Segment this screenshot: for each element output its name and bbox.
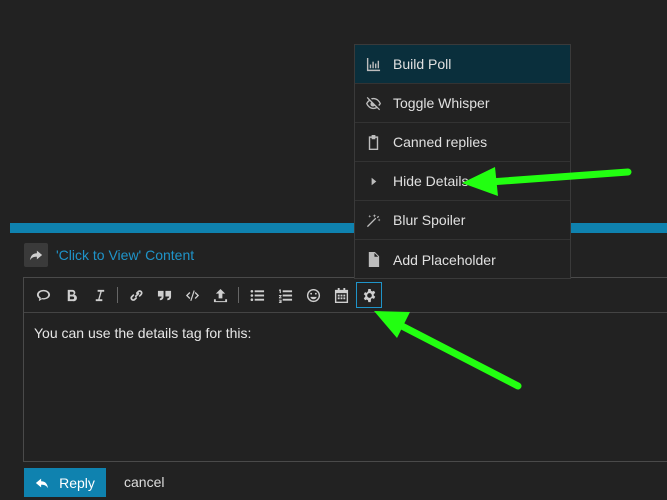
editor-textarea[interactable]: You can use the details tag for this: [24,313,667,353]
menu-item-canned-replies[interactable]: Canned replies [355,123,570,162]
emoji-icon [306,288,320,302]
upload-button[interactable] [207,282,233,308]
link-button[interactable] [123,282,149,308]
toolbar-options-menu: Build Poll Toggle Whisper Canned replies… [354,44,571,279]
calendar-icon [334,287,348,303]
cancel-link[interactable]: cancel [124,474,164,490]
blockquote-button[interactable] [151,282,177,308]
menu-item-blur-spoiler[interactable]: Blur Spoiler [355,201,570,240]
menu-item-label: Add Placeholder [393,251,496,268]
reply-icon [35,478,49,488]
code-icon [185,289,199,301]
reply-button-label: Reply [59,474,95,491]
blockquote-icon [157,290,171,300]
menu-item-hide-details[interactable]: Hide Details [355,162,570,201]
bullet-list-icon [250,289,264,301]
menu-item-label: Toggle Whisper [393,95,490,111]
menu-item-build-poll[interactable]: Build Poll [355,45,570,84]
calendar-button[interactable] [328,282,354,308]
chart-icon [365,56,381,72]
italic-icon [95,289,104,301]
composer-editor: You can use the details tag for this: [23,277,667,462]
toolbar-divider [117,287,118,303]
reply-to-topic-link[interactable]: 'Click to View' Content [56,247,194,263]
editor-toolbar [24,278,667,313]
eye-slash-icon [365,95,381,111]
emoji-button[interactable] [300,282,326,308]
file-icon [365,252,381,268]
menu-item-label: Build Poll [393,56,452,72]
magic-icon [365,212,381,228]
quote-button[interactable] [30,282,56,308]
reply-button[interactable]: Reply [24,468,106,497]
menu-item-label: Blur Spoiler [393,212,466,228]
menu-item-add-placeholder[interactable]: Add Placeholder [355,240,570,279]
bold-icon [67,289,77,301]
code-button[interactable] [179,282,205,308]
composer-header: 'Click to View' Content [24,240,194,270]
bullet-list-button[interactable] [244,282,270,308]
options-gear-button[interactable] [356,282,382,308]
menu-item-label: Hide Details [393,173,469,189]
menu-item-label: Canned replies [393,134,488,150]
upload-icon [213,288,227,302]
numbered-list-button[interactable] [272,282,298,308]
clipboard-icon [365,134,381,150]
italic-button[interactable] [86,282,112,308]
share-icon [29,250,43,261]
link-icon [129,289,143,301]
menu-item-toggle-whisper[interactable]: Toggle Whisper [355,84,570,123]
gear-icon [363,288,375,302]
caret-right-icon [365,173,381,189]
reply-type-button[interactable] [24,243,48,267]
bold-button[interactable] [58,282,84,308]
toolbar-divider [238,287,239,303]
quote-icon [36,289,50,301]
numbered-list-icon [278,288,292,303]
